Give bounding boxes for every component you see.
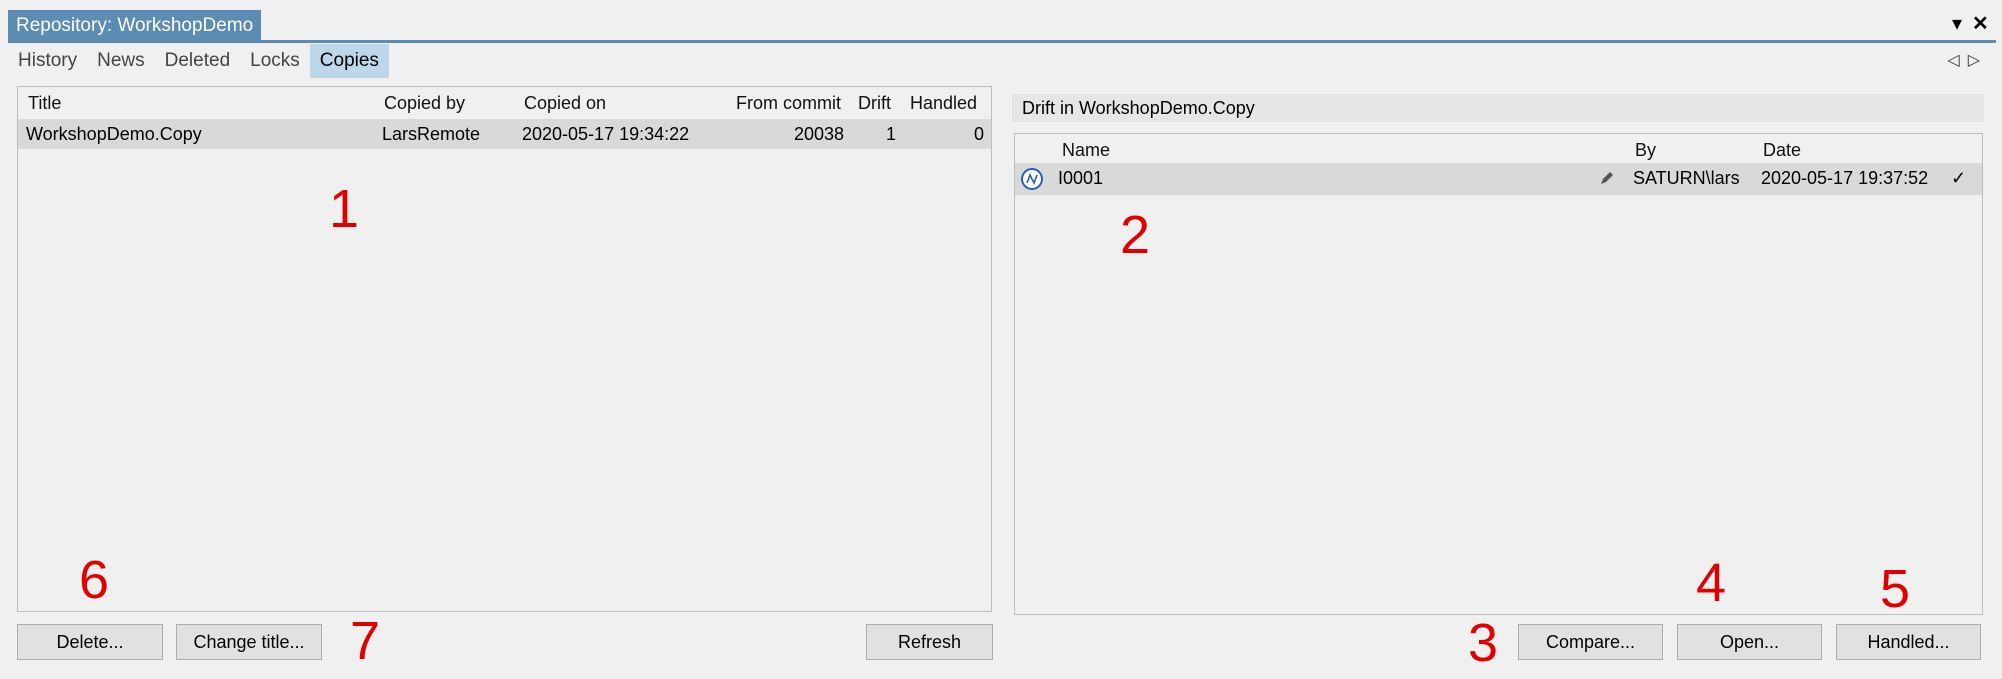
copies-header: Title Copied by Copied on From commit Dr… bbox=[18, 87, 991, 117]
drift-list[interactable]: Name By Date I0001 SATURN\lars 2020-05-1… bbox=[1014, 133, 1983, 615]
annotation-7: 7 bbox=[350, 611, 381, 671]
tab-deleted[interactable]: Deleted bbox=[155, 44, 241, 78]
close-icon[interactable]: ✕ bbox=[1972, 12, 1989, 36]
column-header-date[interactable]: Date bbox=[1763, 140, 1801, 161]
annotation-4: 4 bbox=[1696, 553, 1727, 613]
pencil-icon bbox=[1599, 170, 1615, 191]
annotation-5: 5 bbox=[1880, 559, 1911, 619]
title-underline bbox=[8, 40, 1996, 43]
column-header-copied-by[interactable]: Copied by bbox=[384, 93, 465, 114]
column-header-by[interactable]: By bbox=[1635, 140, 1656, 161]
column-header-from-commit[interactable]: From commit bbox=[736, 93, 841, 114]
tab-strip: History News Deleted Locks Copies bbox=[8, 44, 389, 78]
refresh-button[interactable]: Refresh bbox=[866, 624, 993, 660]
scroll-right-icon[interactable]: ▷ bbox=[1968, 52, 1988, 69]
annotation-6: 6 bbox=[79, 550, 110, 610]
cell-date: 2020-05-17 19:37:52 bbox=[1761, 168, 1929, 188]
window-title[interactable]: Repository: WorkshopDemo bbox=[8, 10, 262, 42]
item-type-icon bbox=[1021, 168, 1043, 190]
column-header-name[interactable]: Name bbox=[1062, 140, 1110, 161]
open-button[interactable]: Open... bbox=[1677, 624, 1822, 660]
tab-copies[interactable]: Copies bbox=[309, 44, 389, 78]
annotation-3: 3 bbox=[1468, 613, 1499, 673]
copies-list[interactable]: Title Copied by Copied on From commit Dr… bbox=[17, 86, 992, 612]
tab-news[interactable]: News bbox=[87, 44, 155, 78]
cell-handled: 0 bbox=[974, 124, 985, 144]
drift-label: Drift in WorkshopDemo.Copy bbox=[1012, 94, 1984, 122]
table-row[interactable]: I0001 SATURN\lars 2020-05-17 19:37:52 ✓ bbox=[1015, 163, 1982, 195]
cell-copied-on: 2020-05-17 19:34:22 bbox=[522, 124, 690, 144]
compare-button[interactable]: Compare... bbox=[1518, 624, 1663, 660]
table-row[interactable]: WorkshopDemo.Copy LarsRemote 2020-05-17 … bbox=[18, 119, 991, 149]
change-title-button[interactable]: Change title... bbox=[176, 624, 322, 660]
column-header-handled[interactable]: Handled bbox=[910, 93, 977, 114]
cell-name: I0001 bbox=[1058, 168, 1104, 188]
cell-from-commit: 20038 bbox=[794, 124, 845, 144]
window-titlebar: Repository: WorkshopDemo ▾ ✕ bbox=[0, 0, 2002, 44]
tab-locks[interactable]: Locks bbox=[240, 44, 310, 78]
annotation-2: 2 bbox=[1120, 205, 1151, 265]
column-header-copied-on[interactable]: Copied on bbox=[524, 93, 606, 114]
column-header-title[interactable]: Title bbox=[28, 93, 61, 114]
annotation-1: 1 bbox=[329, 179, 360, 239]
checkmark-icon: ✓ bbox=[1951, 168, 1967, 188]
dropdown-menu-icon[interactable]: ▾ bbox=[1952, 12, 1962, 36]
column-header-drift[interactable]: Drift bbox=[858, 93, 891, 114]
drift-header: Name By Date bbox=[1015, 134, 1982, 164]
tab-scroll-arrows: ◁▷ bbox=[1947, 50, 1988, 70]
cell-drift: 1 bbox=[886, 124, 897, 144]
delete-button[interactable]: Delete... bbox=[17, 624, 163, 660]
cell-title: WorkshopDemo.Copy bbox=[26, 124, 202, 144]
tab-history[interactable]: History bbox=[8, 44, 87, 78]
cell-copied-by: LarsRemote bbox=[382, 124, 481, 144]
cell-by: SATURN\lars bbox=[1633, 168, 1740, 188]
handled-button[interactable]: Handled... bbox=[1836, 624, 1981, 660]
scroll-left-icon[interactable]: ◁ bbox=[1947, 52, 1967, 69]
